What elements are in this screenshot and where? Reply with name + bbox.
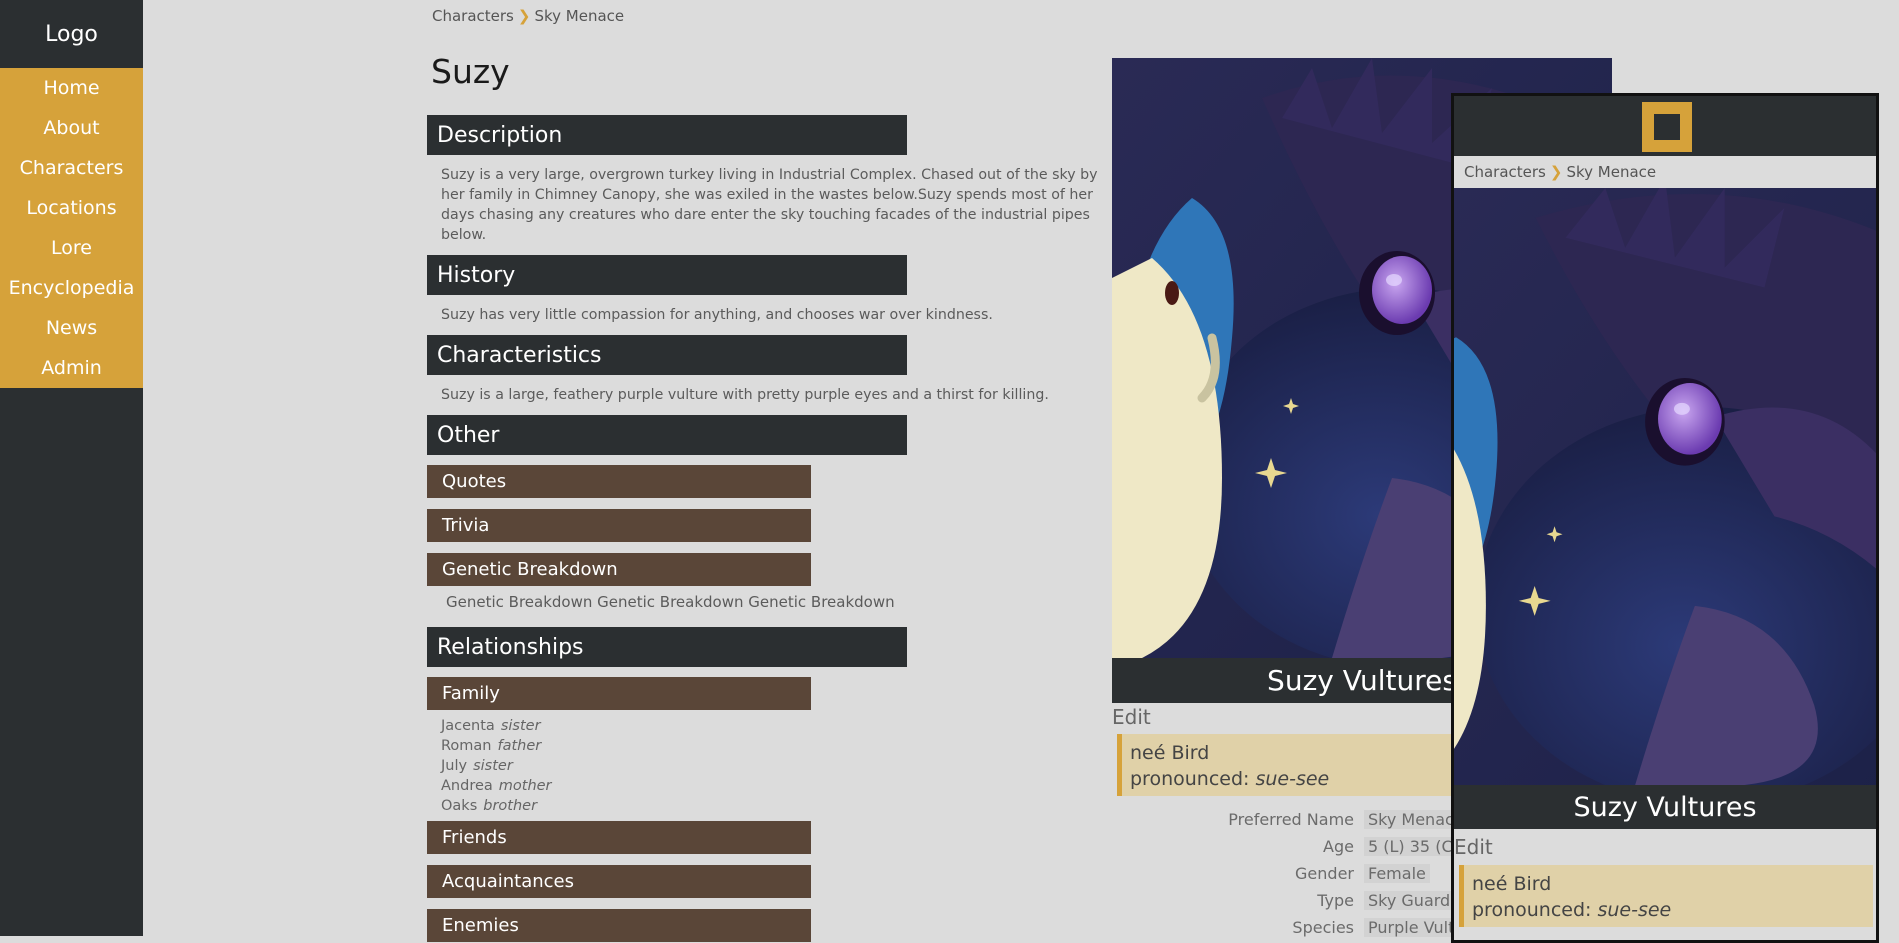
relative-role: sister bbox=[473, 758, 513, 774]
breadcrumb-current: Sky Menace bbox=[534, 7, 625, 25]
mobile-breadcrumb: Characters ❯ Sky Menace bbox=[1464, 163, 1656, 181]
mobile-character-name-bar: Suzy Vultures bbox=[1454, 785, 1876, 829]
trivia-toggle[interactable]: Trivia bbox=[427, 509, 811, 542]
logo[interactable]: Logo bbox=[0, 0, 143, 68]
pronounced-value: sue-see bbox=[1255, 768, 1330, 790]
breadcrumb-current: Sky Menace bbox=[1566, 163, 1657, 181]
info-value: Purple Vult bbox=[1364, 918, 1459, 937]
mobile-preview: Characters ❯ Sky Menace Suzy Vultures Ed… bbox=[1451, 93, 1879, 943]
relative-name[interactable]: Andrea bbox=[441, 778, 493, 794]
relative-name[interactable]: Roman bbox=[441, 738, 492, 754]
pronounced-label: pronounced: bbox=[1130, 768, 1256, 790]
relative-name[interactable]: Jacenta bbox=[441, 718, 495, 734]
info-value: Sky Menac bbox=[1364, 810, 1458, 829]
history-header: History bbox=[427, 255, 907, 295]
info-value: 5 (L) 35 (C bbox=[1364, 837, 1457, 856]
relative-role: sister bbox=[500, 718, 541, 734]
chevron-right-icon: ❯ bbox=[1549, 163, 1563, 181]
breadcrumb-parent[interactable]: Characters bbox=[1464, 163, 1546, 181]
nav-item-characters[interactable]: Characters bbox=[0, 148, 143, 188]
relative-role: father bbox=[497, 738, 542, 754]
relationships-header: Relationships bbox=[427, 627, 907, 667]
relative-role: brother bbox=[483, 798, 538, 814]
pronounced-label: pronounced: bbox=[1472, 899, 1598, 921]
list-item: Jacenta sister bbox=[441, 716, 552, 736]
edit-link[interactable]: Edit bbox=[1112, 705, 1151, 729]
characteristics-text: Suzy is a large, feathery purple vulture… bbox=[441, 387, 1049, 403]
history-text: Suzy has very little compassion for anyt… bbox=[441, 307, 993, 323]
mobile-header bbox=[1454, 96, 1876, 156]
quotes-toggle[interactable]: Quotes bbox=[427, 465, 811, 498]
info-label: Gender bbox=[1295, 864, 1354, 883]
pronounced-value: sue-see bbox=[1597, 899, 1672, 921]
nav-item-locations[interactable]: Locations bbox=[0, 188, 143, 228]
family-list: Jacenta sister Roman father July sister And… bbox=[441, 716, 552, 816]
list-item: Andrea mother bbox=[441, 776, 552, 796]
description-header: Description bbox=[427, 115, 907, 155]
info-label: Age bbox=[1323, 837, 1354, 856]
info-label: Type bbox=[1317, 891, 1354, 910]
vulture-illustration bbox=[1454, 188, 1876, 785]
mobile-edit-link[interactable]: Edit bbox=[1454, 835, 1493, 859]
nee-text: neé Bird bbox=[1472, 873, 1552, 895]
list-item: Oaks brother bbox=[441, 796, 552, 816]
info-label: Species bbox=[1292, 918, 1354, 937]
pronunciation: pronounced: sue-see bbox=[1472, 897, 1873, 923]
enemies-toggle[interactable]: Enemies bbox=[427, 909, 811, 942]
description-text: Suzy is a very large, overgrown turkey l… bbox=[441, 167, 1098, 243]
other-header: Other bbox=[427, 415, 907, 455]
chevron-right-icon: ❯ bbox=[517, 7, 531, 25]
family-toggle[interactable]: Family bbox=[427, 677, 811, 710]
relative-name[interactable]: July bbox=[441, 758, 467, 774]
nav-item-news[interactable]: News bbox=[0, 308, 143, 348]
mobile-character-portrait bbox=[1454, 188, 1876, 785]
info-value: Sky Guard bbox=[1364, 891, 1455, 910]
mobile-alias-box: neé Bird pronounced: sue-see bbox=[1459, 865, 1873, 927]
breadcrumb-parent[interactable]: Characters bbox=[432, 7, 514, 25]
info-label: Preferred Name bbox=[1228, 810, 1354, 829]
characteristics-header: Characteristics bbox=[427, 335, 907, 375]
nav-item-about[interactable]: About bbox=[0, 108, 143, 148]
relative-name[interactable]: Oaks bbox=[441, 798, 477, 814]
nav-item-lore[interactable]: Lore bbox=[0, 228, 143, 268]
sidebar: Logo Home About Characters Locations Lor… bbox=[0, 0, 143, 936]
list-item: Roman father bbox=[441, 736, 552, 756]
menu-icon[interactable] bbox=[1642, 102, 1692, 152]
sidebar-nav: Home About Characters Locations Lore Enc… bbox=[0, 68, 143, 388]
acquaintances-toggle[interactable]: Acquaintances bbox=[427, 865, 811, 898]
nav-item-encyclopedia[interactable]: Encyclopedia bbox=[0, 268, 143, 308]
relative-role: mother bbox=[498, 778, 552, 794]
info-value: Female bbox=[1364, 864, 1430, 883]
nav-item-home[interactable]: Home bbox=[0, 68, 143, 108]
friends-toggle[interactable]: Friends bbox=[427, 821, 811, 854]
nav-item-admin[interactable]: Admin bbox=[0, 348, 143, 388]
genetic-breakdown-toggle[interactable]: Genetic Breakdown bbox=[427, 553, 811, 586]
breadcrumb: Characters ❯ Sky Menace bbox=[432, 7, 624, 25]
genetic-breakdown-text: Genetic Breakdown Genetic Breakdown Gene… bbox=[446, 593, 895, 611]
list-item: July sister bbox=[441, 756, 552, 776]
page-title: Suzy bbox=[431, 52, 510, 91]
